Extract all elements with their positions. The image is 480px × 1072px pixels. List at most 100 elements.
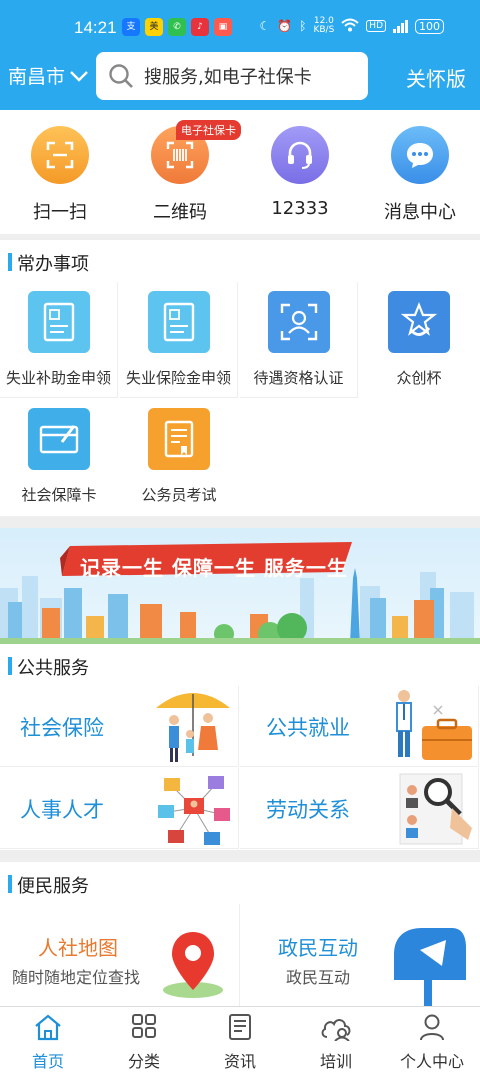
item-qualification-auth[interactable]: 待遇资格认证 (240, 282, 358, 398)
public-labor-relations[interactable]: 劳动关系 (240, 768, 479, 849)
tab-label: 培训 (319, 1052, 352, 1071)
mailbox-icon (394, 928, 466, 1006)
news-icon (229, 1014, 251, 1040)
promo-banner[interactable]: 记录一生 保障一生 服务一生 (0, 528, 480, 644)
tab-label: 分类 (127, 1052, 160, 1071)
city-label: 南昌市 (8, 66, 66, 88)
quick-hotline-label: 12333 (271, 198, 329, 219)
status-app-icons: 支 美 ✆ ♪ ▣ (122, 18, 232, 36)
section-common-title: 常办事项 (17, 254, 89, 275)
item-social-security-card[interactable]: 社会保障卡 (0, 399, 118, 515)
trophy-icon (388, 291, 450, 353)
section-accent-bar (8, 875, 12, 893)
exam-icon (148, 408, 210, 470)
item-label: 众创杯 (396, 369, 442, 387)
section-accent-bar (8, 657, 12, 675)
quick-actions: 扫一扫 电子社保卡 二维码 12333 消息中心 (0, 110, 480, 234)
network-icon (158, 776, 230, 845)
briefcase-icon (396, 690, 472, 760)
message-icon (391, 126, 449, 184)
game-icon: ▣ (214, 18, 232, 36)
quick-messages[interactable]: 消息中心 (360, 126, 480, 224)
tab-profile[interactable]: 个人中心 (384, 1013, 480, 1072)
status-right: ☾ ⏰ ᛒ 12.0 KB/S HD 100 (260, 17, 444, 35)
alarm-icon: ⏰ (277, 19, 293, 33)
public-label: 劳动关系 (266, 798, 350, 822)
headset-icon (271, 126, 329, 184)
chevron-down-icon (70, 70, 88, 82)
quick-hotline[interactable]: 12333 (240, 126, 360, 219)
section-accent-bar (8, 253, 12, 271)
section-common-header: 常办事项 (0, 240, 480, 282)
tab-label: 资讯 (223, 1052, 256, 1071)
search-input[interactable]: 搜服务,如电子社保卡 (96, 52, 368, 100)
tab-home[interactable]: 首页 (0, 1013, 96, 1072)
city-skyline-illustration (0, 542, 480, 644)
wifi-icon (341, 18, 359, 35)
banner-slogan: 记录一生 保障一生 服务一生 (80, 556, 348, 580)
grid-icon (132, 1014, 156, 1038)
bluetooth-icon: ᛒ (299, 19, 307, 33)
card-icon (28, 408, 90, 470)
item-label: 失业保险金申领 (125, 369, 231, 387)
tab-label: 首页 (31, 1052, 64, 1071)
common-items: 失业补助金申领 失业保险金申领 待遇资格认证 众创杯 社会保障卡 公务员考试 (0, 282, 480, 516)
signal-icon (393, 19, 408, 33)
public-services: 社会保险 公共就业 人事人才 劳动关系 (0, 686, 480, 850)
ecard-badge: 电子社保卡 (176, 120, 241, 140)
status-time: 14:21 (74, 18, 117, 37)
battery-icon: 100 (415, 18, 444, 34)
moon-icon: ☾ (259, 19, 271, 33)
person-icon (420, 1014, 444, 1041)
document-icon (147, 291, 210, 353)
quick-scan[interactable]: 扫一扫 (0, 126, 120, 224)
public-social-insurance[interactable]: 社会保险 (0, 686, 239, 767)
home-icon (35, 1014, 61, 1041)
music-icon: ♪ (191, 18, 209, 36)
status-bar: 14:21 支 美 ✆ ♪ ▣ ☾ ⏰ ᛒ 12.0 KB/S HD 100 (0, 12, 480, 42)
training-icon (321, 1019, 351, 1042)
public-personnel-talent[interactable]: 人事人才 (0, 768, 239, 849)
meituan-icon: 美 (145, 18, 163, 36)
item-unemployment-subsidy[interactable]: 失业补助金申领 (0, 282, 118, 398)
section-public-title: 公共服务 (17, 658, 89, 679)
public-employment[interactable]: 公共就业 (240, 686, 479, 767)
item-unemployment-insurance[interactable]: 失业保险金申领 (120, 282, 238, 398)
convenience-subtitle: 政民互动 (286, 968, 351, 987)
map-pin-icon (163, 932, 223, 998)
city-selector[interactable]: 南昌市 (8, 62, 89, 89)
hd-icon: HD (366, 20, 386, 32)
item-innovation-cup[interactable]: 众创杯 (360, 282, 478, 398)
header: 14:21 支 美 ✆ ♪ ▣ ☾ ⏰ ᛒ 12.0 KB/S HD 100 南… (0, 0, 480, 110)
quick-qrcode[interactable]: 电子社保卡 二维码 (120, 120, 241, 224)
convenience-title: 政民互动 (278, 936, 358, 960)
quick-scan-label: 扫一扫 (33, 202, 87, 223)
magnifier-icon (399, 773, 472, 845)
tab-news[interactable]: 资讯 (192, 1013, 288, 1072)
item-civil-service-exam[interactable]: 公务员考试 (120, 399, 238, 515)
section-convenience-title: 便民服务 (17, 876, 89, 897)
item-label: 待遇资格认证 (253, 369, 344, 387)
tab-category[interactable]: 分类 (96, 1013, 192, 1072)
quick-messages-label: 消息中心 (384, 202, 456, 223)
tab-training[interactable]: 培训 (288, 1013, 384, 1072)
public-label: 社会保险 (20, 716, 104, 740)
public-label: 公共就业 (266, 716, 350, 740)
document-icon (27, 291, 90, 353)
public-label: 人事人才 (20, 798, 104, 822)
phone-icon: ✆ (168, 18, 186, 36)
section-public-header: 公共服务 (0, 644, 480, 686)
convenience-interaction[interactable]: 政民互动 政民互动 (240, 904, 480, 1006)
section-convenience-header: 便民服务 (0, 862, 480, 904)
search-placeholder: 搜服务,如电子社保卡 (144, 67, 312, 88)
convenience-map[interactable]: 人社地图 随时随地定位查找 (0, 904, 240, 1006)
care-mode-button[interactable]: 关怀版 (406, 63, 466, 92)
item-label: 社会保障卡 (21, 486, 97, 504)
bottom-tab-bar: 首页 分类 资讯 培训 个人中心 (0, 1006, 480, 1072)
quick-qrcode-label: 二维码 (153, 202, 207, 223)
search-icon (109, 64, 133, 88)
alipay-icon: 支 (122, 18, 140, 36)
convenience-services: 人社地图 随时随地定位查找 政民互动 政民互动 (0, 904, 480, 1006)
face-scan-icon (267, 291, 330, 353)
convenience-subtitle: 随时随地定位查找 (12, 968, 141, 987)
